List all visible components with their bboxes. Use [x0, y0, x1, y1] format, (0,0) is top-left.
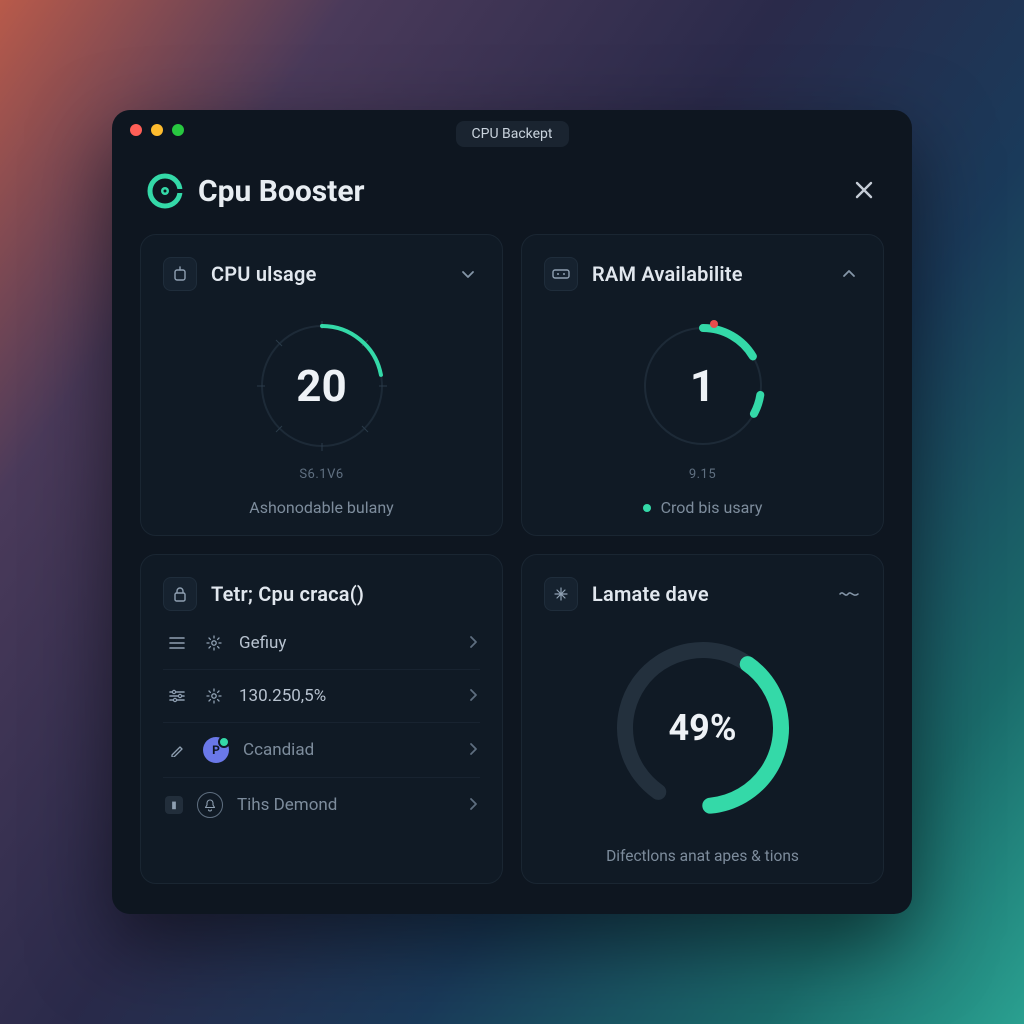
spark-icon: [544, 577, 578, 611]
save-gauge: 49%: [544, 611, 861, 833]
dashboard-grid: CPU ulsage 20 S6.1V6: [112, 228, 912, 914]
cpu-usage-card: CPU ulsage 20 S6.1V6: [140, 234, 503, 536]
save-card-title: Lamate dave: [592, 582, 823, 606]
save-desc: Difectlons anat apes & tions: [544, 847, 861, 865]
cpu-icon: [163, 257, 197, 291]
traffic-lights: [130, 124, 184, 136]
chevron-right-icon: [468, 796, 478, 815]
list-item[interactable]: 130.250,5%: [163, 669, 480, 722]
app-window: CPU Backept Cpu Booster: [112, 110, 912, 914]
chevron-right-icon: [468, 634, 478, 653]
chevron-up-icon: [837, 262, 861, 286]
list-item-label: Ccandiad: [243, 740, 454, 760]
list-item[interactable]: Gefiuy: [163, 617, 480, 669]
close-button[interactable]: [850, 176, 878, 204]
ram-card-header[interactable]: RAM Availabilite: [544, 257, 861, 291]
window-minimize-dot[interactable]: [151, 124, 163, 136]
list-item-label: 130.250,5%: [239, 686, 454, 706]
process-card: Tetr; Cpu craca() Gefiuy 130.250,5%: [140, 554, 503, 884]
list-item-label: Gefiuy: [239, 633, 454, 653]
save-card-header[interactable]: Lamate dave: [544, 577, 861, 611]
app-title: Cpu Booster: [198, 174, 365, 209]
cpu-caption: Ashonodable bulany: [163, 498, 480, 517]
pencil-icon: [165, 738, 189, 762]
lock-icon: [163, 577, 197, 611]
ram-card-title: RAM Availabilite: [592, 262, 823, 286]
titlebar: CPU Backept: [112, 110, 912, 150]
status-dot-icon: [643, 504, 651, 512]
key-icon: ▮: [165, 796, 183, 814]
chevron-right-icon: [468, 687, 478, 706]
list-item[interactable]: ▮ Tihs Demond: [163, 777, 480, 832]
process-card-header[interactable]: Tetr; Cpu craca(): [163, 577, 480, 611]
process-list: Gefiuy 130.250,5% P Ccandiad ▮: [163, 617, 480, 832]
cpu-card-header[interactable]: CPU ulsage: [163, 257, 480, 291]
ram-card: RAM Availabilite 1 9.15 Crod: [521, 234, 884, 536]
sliders-icon: [165, 684, 189, 708]
ram-gauge: 1 9.15: [544, 291, 861, 482]
window-title: CPU Backept: [456, 121, 569, 147]
logo: Cpu Booster: [146, 172, 365, 210]
cpu-gauge: 20 S6.1V6: [163, 291, 480, 482]
profile-badge-icon: P: [203, 737, 229, 763]
ram-icon: [544, 257, 578, 291]
wave-icon: [837, 582, 861, 606]
chevron-right-icon: [468, 741, 478, 760]
ram-caption: Crod bis usary: [544, 498, 861, 517]
ram-caption-text: Crod bis usary: [661, 498, 763, 517]
cpu-gauge-value: 20: [237, 301, 407, 471]
app-header: Cpu Booster: [112, 150, 912, 228]
window-zoom-dot[interactable]: [172, 124, 184, 136]
process-card-title: Tetr; Cpu craca(): [211, 582, 480, 606]
close-icon: [853, 179, 875, 201]
ram-gauge-value: 1: [618, 301, 788, 471]
window-close-dot[interactable]: [130, 124, 142, 136]
chevron-down-icon: [456, 262, 480, 286]
save-card: Lamate dave 49% Difectlons anat apes & t…: [521, 554, 884, 884]
gear-icon: [203, 685, 225, 707]
list-item[interactable]: P Ccandiad: [163, 722, 480, 777]
bell-icon: [197, 792, 223, 818]
list-lines-icon: [165, 631, 189, 655]
cpu-card-title: CPU ulsage: [211, 262, 442, 286]
save-gauge-value: 49%: [598, 623, 808, 833]
list-item-label: Tihs Demond: [237, 795, 454, 815]
gear-icon: [203, 632, 225, 654]
logo-icon: [146, 172, 184, 210]
